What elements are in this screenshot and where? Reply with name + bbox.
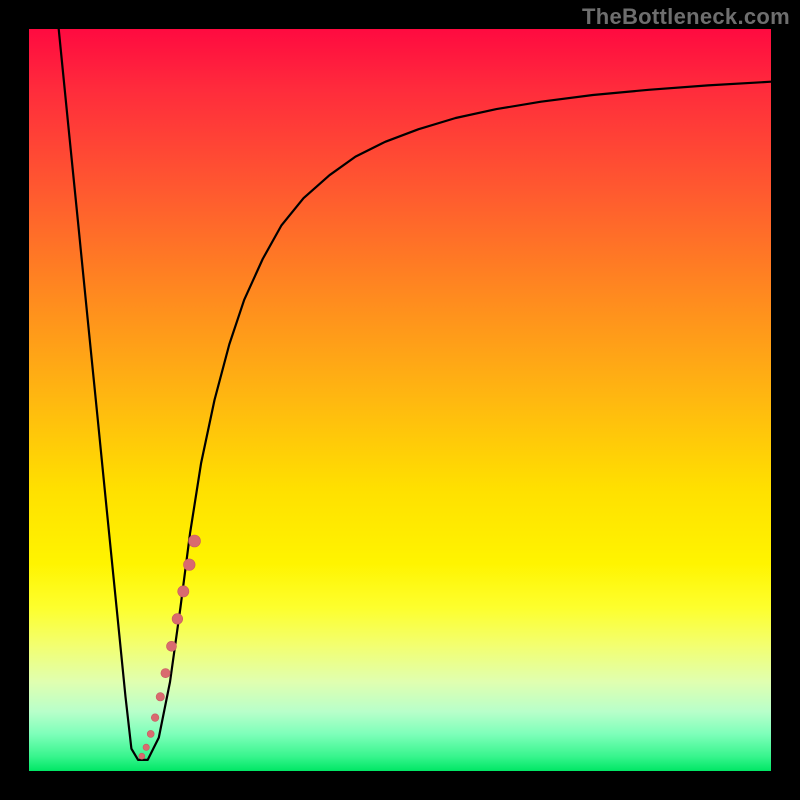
marker-dot <box>143 744 149 750</box>
marker-dot <box>167 641 177 651</box>
chart-frame: TheBottleneck.com <box>0 0 800 800</box>
marker-dot <box>139 753 145 759</box>
marker-dot <box>189 535 201 547</box>
marker-dot <box>147 730 154 737</box>
marker-dot <box>184 559 196 571</box>
watermark-text: TheBottleneck.com <box>582 4 790 30</box>
marker-dot <box>161 669 170 678</box>
chart-svg <box>29 29 771 771</box>
chart-plot-area <box>29 29 771 771</box>
marker-dot <box>178 586 189 597</box>
highlighted-range-markers <box>139 535 201 759</box>
marker-dot <box>156 693 164 701</box>
bottleneck-curve <box>59 29 771 760</box>
marker-dot <box>172 614 183 625</box>
marker-dot <box>151 714 159 722</box>
